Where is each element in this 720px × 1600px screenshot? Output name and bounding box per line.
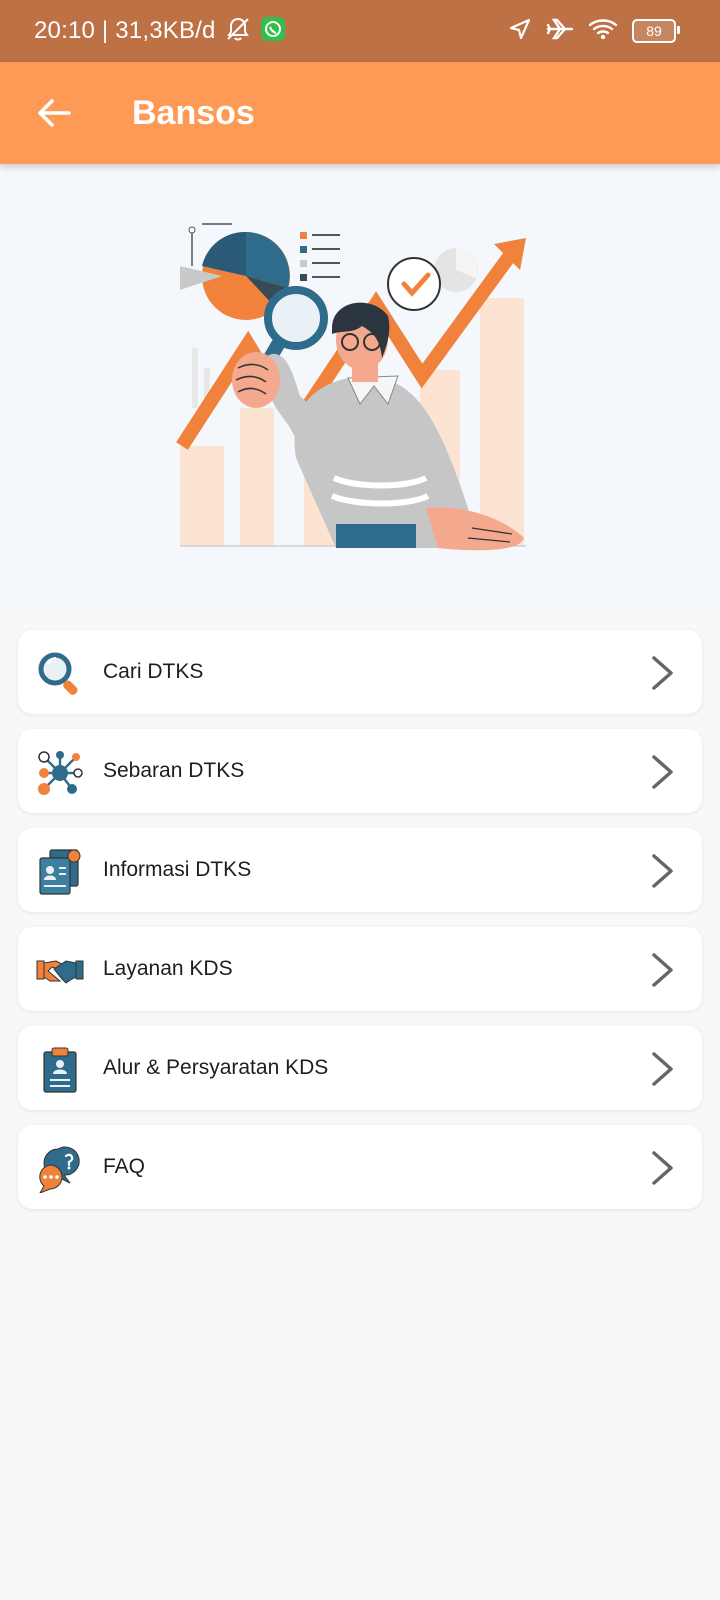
- status-time-network: 20:10 | 31,3KB/d: [34, 17, 216, 44]
- airplane-mode-icon: [546, 17, 574, 46]
- menu-item-sebaran-dtks[interactable]: Sebaran DTKS: [18, 729, 702, 813]
- location-arrow-icon: [508, 17, 532, 46]
- data-analysis-illustration: [176, 223, 526, 551]
- app-bar: Bansos: [0, 62, 720, 164]
- clipboard-icon: [43, 1047, 77, 1093]
- whatsapp-icon: [260, 16, 286, 47]
- chevron-right-icon: [652, 854, 673, 888]
- wifi-icon: [588, 17, 618, 46]
- network-nodes-icon: [38, 751, 83, 795]
- bell-off-icon: [224, 15, 252, 48]
- menu-item-cari-dtks[interactable]: Cari DTKS: [18, 630, 702, 714]
- status-bar: 20:10 | 31,3KB/d 89: [0, 0, 720, 62]
- back-button[interactable]: [26, 85, 82, 141]
- menu-item-label: Layanan KDS: [103, 957, 233, 980]
- menu-item-label: Sebaran DTKS: [103, 759, 245, 782]
- menu-item-informasi-dtks[interactable]: Informasi DTKS: [18, 828, 702, 912]
- menu-item-label: FAQ: [103, 1155, 146, 1178]
- menu-item-alur-persyaratan-kds[interactable]: Alur & Persyaratan KDS: [18, 1026, 702, 1110]
- menu-item-layanan-kds[interactable]: Layanan KDS: [18, 927, 702, 1011]
- chevron-right-icon: [652, 1151, 673, 1185]
- page-title: Bansos: [132, 94, 255, 132]
- chevron-right-icon: [652, 656, 673, 690]
- battery-indicator: 89: [632, 19, 680, 43]
- menu-item-label: Cari DTKS: [103, 660, 204, 683]
- battery-level: 89: [646, 23, 662, 39]
- menu-item-faq[interactable]: FAQ: [18, 1125, 702, 1209]
- id-document-icon: [39, 849, 81, 895]
- chevron-right-icon: [652, 1052, 673, 1086]
- handshake-icon: [36, 960, 84, 984]
- arrow-left-icon: [38, 99, 71, 127]
- menu-item-label: Alur & Persyaratan KDS: [103, 1056, 329, 1079]
- search-icon: [38, 652, 78, 695]
- question-chat-icon: [39, 1146, 80, 1193]
- chevron-right-icon: [652, 953, 673, 987]
- menu-list: Cari DTKS Sebaran DTKS Informasi DTKS La…: [18, 630, 702, 1224]
- chevron-right-icon: [652, 755, 673, 789]
- menu-item-label: Informasi DTKS: [103, 858, 252, 881]
- hero-banner: [0, 164, 720, 610]
